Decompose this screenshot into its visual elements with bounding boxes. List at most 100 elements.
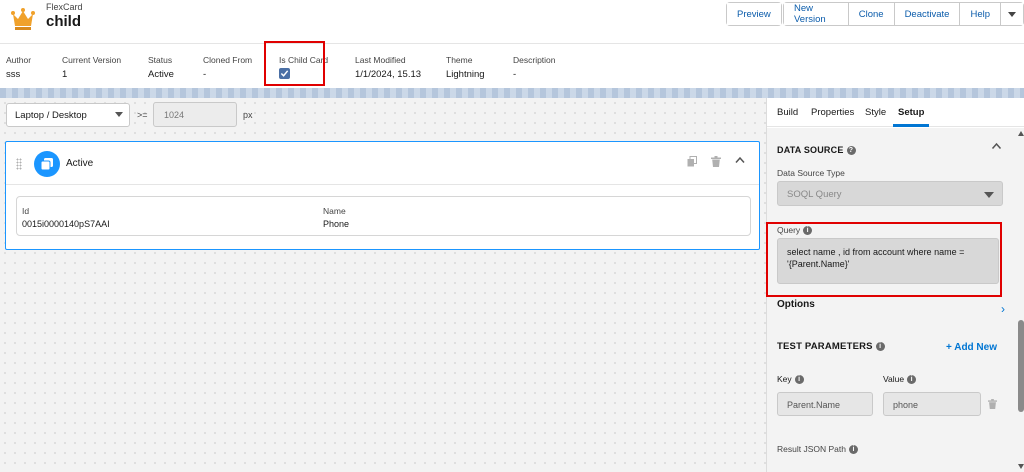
options-link[interactable]: Options (777, 299, 815, 310)
highlight-box-query (766, 222, 1002, 297)
copy-icon (40, 158, 53, 171)
panel-tabs: Build Properties Style Setup (767, 98, 1024, 127)
meta-label: Current Version (62, 55, 122, 65)
value-label: Value (883, 374, 905, 384)
meta-status: Status Active (148, 55, 174, 80)
field-label: Id (22, 206, 30, 216)
chevron-down-icon (115, 112, 123, 117)
data-source-heading: DATA SOURCE? (777, 145, 856, 156)
device-select-value: Laptop / Desktop (15, 110, 87, 121)
app-subtitle: FlexCard (46, 2, 83, 12)
flexcard-name: child (46, 13, 82, 30)
meta-author: Author sss (6, 55, 31, 80)
info-icon[interactable]: i (794, 375, 804, 385)
meta-label: Author (6, 55, 32, 65)
meta-value: - (203, 69, 207, 80)
meta-value: 1/1/2024, 15.13 (355, 69, 422, 80)
record-fields-block[interactable]: Id 0015i0000140pS7AAI Name Phone (16, 196, 751, 236)
key-label-group: Key i (777, 374, 804, 385)
meta-value: 1 (62, 69, 68, 80)
crown-icon (11, 8, 35, 30)
meta-value: Lightning (446, 69, 485, 80)
flexcard-details: Author sss Current Version 1 Status Acti… (0, 41, 1024, 90)
meta-value: sss (6, 69, 21, 80)
tab-style[interactable]: Style (865, 107, 886, 118)
data-source-type-label: Data Source Type (777, 168, 845, 178)
meta-description: Description - (513, 55, 556, 80)
help-icon[interactable]: ? (846, 146, 856, 156)
card-canvas: Laptop / Desktop >= 1024 px Active Id 00… (0, 98, 766, 472)
scrollbar-thumb[interactable] (1018, 320, 1024, 412)
chevron-up-icon[interactable] (991, 142, 1002, 150)
test-param-value-input[interactable]: phone (883, 392, 981, 416)
meta-label: Description (513, 55, 556, 65)
data-source-type-select[interactable]: SOQL Query (777, 181, 1003, 206)
chevron-down-icon (1008, 11, 1016, 17)
info-icon[interactable]: i (848, 445, 858, 455)
viewport-width-input[interactable]: 1024 (153, 102, 237, 127)
delete-icon[interactable] (711, 156, 721, 168)
test-parameters-title: TEST PARAMETERS (777, 341, 873, 352)
data-source-type-value: SOQL Query (787, 189, 842, 200)
result-json-path-label: Result JSON Path (777, 444, 846, 454)
info-icon[interactable]: i (907, 375, 917, 385)
panel-scrollbar[interactable] (1017, 128, 1024, 472)
meta-label: Cloned From (203, 55, 253, 65)
state-card[interactable]: Active Id 0015i0000140pS7AAI Name Phone (5, 141, 760, 250)
header-divider (0, 88, 1024, 98)
state-name: Active (66, 158, 94, 169)
state-actions (687, 156, 745, 168)
info-icon[interactable]: i (875, 341, 885, 351)
chevron-down-icon (984, 192, 994, 198)
meta-theme: Theme Lightning (446, 55, 485, 80)
meta-last-modified: Last Modified 1/1/2024, 15.13 (355, 55, 421, 80)
meta-label: Last Modified (355, 55, 406, 65)
data-source-title: DATA SOURCE (777, 145, 844, 155)
meta-value: - (513, 69, 517, 80)
tab-properties[interactable]: Properties (811, 107, 854, 118)
test-parameters-heading: TEST PARAMETERS i (777, 341, 885, 352)
chevron-right-icon[interactable]: › (1001, 302, 1005, 316)
meta-current-version: Current Version 1 (62, 55, 121, 80)
tab-setup[interactable]: Setup (898, 107, 924, 118)
scroll-up-icon[interactable] (1018, 131, 1024, 136)
delete-icon[interactable] (988, 399, 997, 409)
actions-button-group: New Version Clone Deactivate Help (783, 2, 1024, 26)
field-label: Name (323, 206, 346, 216)
preview-button-group: Preview (726, 2, 782, 26)
scroll-down-icon[interactable] (1018, 464, 1024, 469)
drag-handle-icon[interactable] (16, 158, 22, 170)
device-select[interactable]: Laptop / Desktop (6, 103, 130, 127)
meta-label: Theme (446, 55, 473, 65)
test-param-key-input[interactable]: Parent.Name (777, 392, 873, 416)
meta-cloned-from: Cloned From - (203, 55, 252, 80)
meta-label: Status (148, 55, 173, 65)
properties-panel: Build Properties Style Setup DATA SOURCE… (766, 98, 1024, 472)
help-button[interactable]: Help (960, 3, 1001, 25)
field-id: Id 0015i0000140pS7AAI (22, 206, 110, 229)
tab-build[interactable]: Build (777, 107, 798, 118)
result-json-path-group: Result JSON Path i (777, 444, 858, 455)
chevron-up-icon[interactable] (735, 156, 745, 168)
deactivate-button[interactable]: Deactivate (894, 3, 961, 25)
setup-tab-content: DATA SOURCE? Data Source Type SOQL Query… (766, 128, 1017, 472)
clone-state-icon[interactable] (687, 156, 697, 168)
gte-label: >= (137, 110, 148, 120)
preview-button[interactable]: Preview (727, 3, 781, 25)
field-value: 0015i0000140pS7AAI (22, 219, 110, 229)
active-tab-indicator (893, 124, 929, 127)
state-header: Active (6, 142, 759, 185)
add-new-button[interactable]: + Add New (946, 342, 997, 353)
app-header: FlexCard child Preview New Version Clone… (0, 0, 1024, 44)
field-name: Name Phone (323, 206, 349, 229)
clone-button[interactable]: Clone (848, 3, 895, 25)
px-unit-label: px (243, 110, 253, 120)
highlight-box-child-card (264, 41, 325, 86)
field-value: Phone (323, 219, 350, 229)
state-icon (34, 151, 60, 177)
value-label-group: Value i (883, 374, 917, 385)
more-actions-button[interactable] (1001, 3, 1023, 25)
key-label: Key (777, 374, 792, 384)
new-version-button[interactable]: New Version (784, 3, 849, 25)
meta-value: Active (148, 69, 174, 80)
